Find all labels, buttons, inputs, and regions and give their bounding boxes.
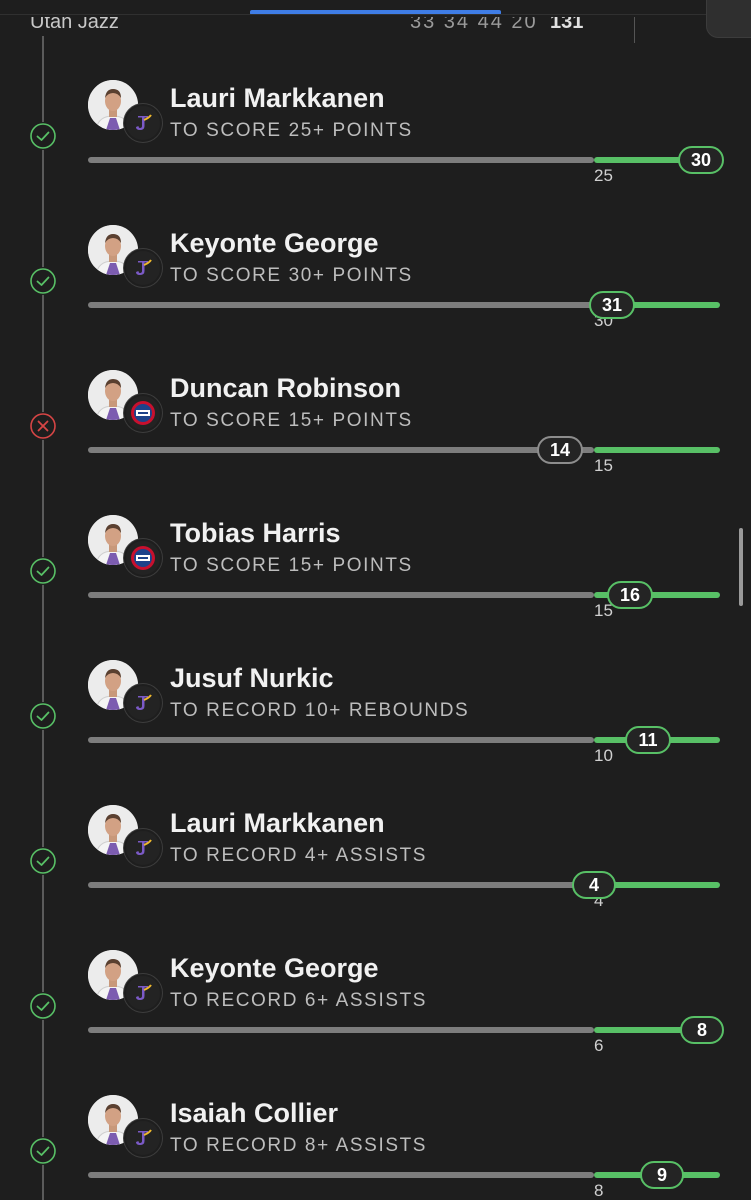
pick-item[interactable]: Isaiah Collier TO RECORD 8+ ASSISTS 8 9: [0, 1095, 751, 1200]
prop-description: TO RECORD 10+ REBOUNDS: [170, 700, 470, 721]
threshold-value: 10: [594, 746, 613, 765]
pick-item[interactable]: Tobias Harris TO SCORE 15+ POINTS 15 16: [0, 515, 751, 660]
total-score: 131: [550, 17, 584, 33]
pick-item[interactable]: Lauri Markkanen TO RECORD 4+ ASSISTS 4 4: [0, 805, 751, 950]
prop-description: TO SCORE 30+ POINTS: [170, 265, 413, 286]
prop-description: TO SCORE 15+ POINTS: [170, 555, 413, 576]
result-value-pill: 14: [537, 436, 583, 464]
pick-item[interactable]: Lauri Markkanen TO SCORE 25+ POINTS 25 30: [0, 80, 751, 225]
scoreboard-divider: [634, 17, 635, 43]
check-circle-icon: [29, 122, 57, 150]
prop-description: TO SCORE 15+ POINTS: [170, 410, 413, 431]
check-circle-icon: [29, 1137, 57, 1165]
jazz-logo-icon: [124, 1119, 162, 1157]
player-name: Jusuf Nurkic: [170, 663, 334, 693]
target-zone-bar: [594, 447, 720, 453]
pick-item[interactable]: Keyonte George TO RECORD 6+ ASSISTS 6 8: [0, 950, 751, 1095]
check-circle-icon: [29, 702, 57, 730]
pistons-logo-icon: [124, 539, 162, 577]
player-name: Lauri Markkanen: [170, 83, 385, 113]
result-value-pill: 9: [640, 1161, 684, 1189]
progress-track: [88, 882, 594, 888]
check-circle-icon: [29, 557, 57, 585]
jazz-logo-icon: [124, 974, 162, 1012]
check-circle-icon: [29, 847, 57, 875]
threshold-value: 15: [594, 456, 613, 475]
result-value-pill: 8: [680, 1016, 724, 1044]
jazz-logo-icon: [124, 104, 162, 142]
pick-item[interactable]: Duncan Robinson TO SCORE 15+ POINTS 15 14: [0, 370, 751, 515]
header-divider-line: [0, 14, 751, 15]
prop-description: TO SCORE 25+ POINTS: [170, 120, 413, 141]
pistons-logo-icon: [124, 394, 162, 432]
parlay-results-screen: Utah Jazz 33 34 44 20 131 Lauri Markkane…: [0, 0, 751, 1200]
player-name: Keyonte George: [170, 953, 379, 983]
result-value-pill: 4: [572, 871, 616, 899]
check-circle-icon: [29, 992, 57, 1020]
player-name: Keyonte George: [170, 228, 379, 258]
result-value-pill: 31: [589, 291, 635, 319]
x-circle-icon: [29, 412, 57, 440]
progress-track: [88, 302, 594, 308]
progress-track: [88, 737, 594, 743]
result-value-pill: 16: [607, 581, 653, 609]
player-name: Isaiah Collier: [170, 1098, 339, 1128]
progress-track: [88, 1172, 594, 1178]
player-name: Lauri Markkanen: [170, 808, 385, 838]
prop-description: TO RECORD 6+ ASSISTS: [170, 990, 428, 1011]
check-circle-icon: [29, 267, 57, 295]
player-name: Tobias Harris: [170, 518, 341, 548]
prop-description: TO RECORD 8+ ASSISTS: [170, 1135, 428, 1156]
jazz-logo-icon: [124, 249, 162, 287]
threshold-value: 8: [594, 1181, 604, 1200]
player-name: Duncan Robinson: [170, 373, 401, 403]
quarter-scores: 33 34 44 20: [410, 17, 538, 33]
prop-description: TO RECORD 4+ ASSISTS: [170, 845, 428, 866]
progress-track: [88, 157, 594, 163]
threshold-value: 6: [594, 1036, 604, 1055]
jazz-logo-icon: [124, 684, 162, 722]
team-name: Utah Jazz: [30, 17, 119, 33]
pick-item[interactable]: Jusuf Nurkic TO RECORD 10+ REBOUNDS 10 11: [0, 660, 751, 805]
result-value-pill: 30: [678, 146, 724, 174]
scoreboard-row: Utah Jazz 33 34 44 20 131: [30, 17, 730, 43]
result-value-pill: 11: [625, 726, 671, 754]
pick-item[interactable]: Keyonte George TO SCORE 30+ POINTS 30 31: [0, 225, 751, 370]
progress-track: [88, 447, 594, 453]
progress-track: [88, 592, 594, 598]
jazz-logo-icon: [124, 829, 162, 867]
progress-track: [88, 1027, 594, 1033]
threshold-value: 25: [594, 166, 613, 185]
